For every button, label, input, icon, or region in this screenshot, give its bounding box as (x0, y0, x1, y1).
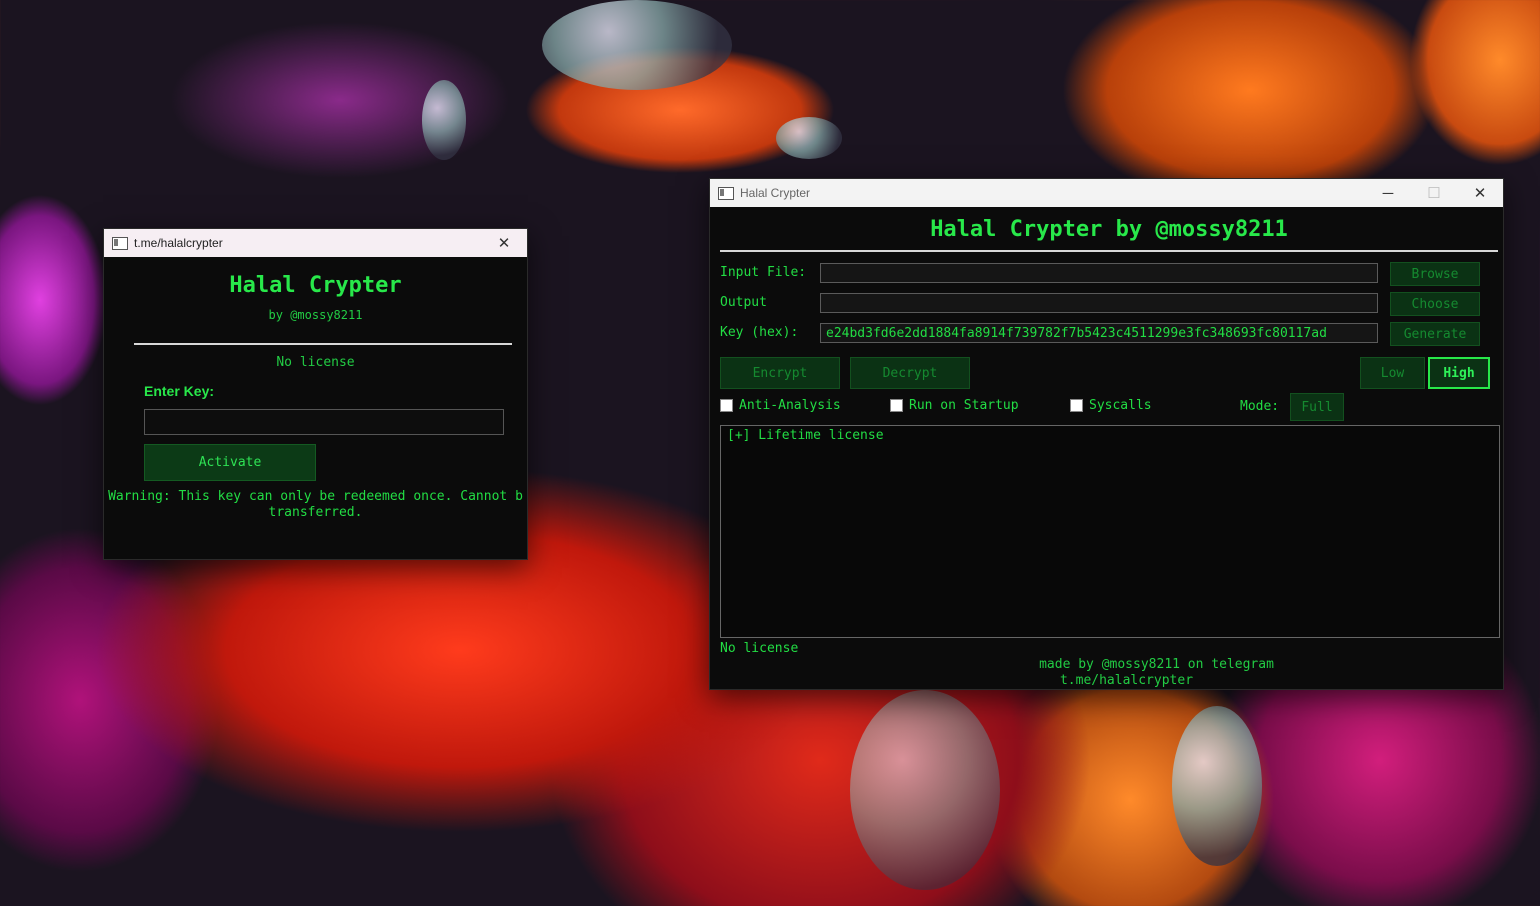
input-file-field[interactable] (820, 263, 1378, 283)
encrypt-button[interactable]: Encrypt (720, 357, 840, 389)
main-window: Halal Crypter ─ ☐ ✕ Halal Crypter by @mo… (709, 178, 1504, 690)
divider (134, 343, 512, 345)
warning-line-1: Warning: This key can only be redeemed o… (108, 489, 523, 504)
key-hex-field[interactable]: e24bd3fd6e2dd1884fa8914f739782f7b5423c45… (820, 323, 1378, 343)
output-file-field[interactable] (820, 293, 1378, 313)
generate-button[interactable]: Generate (1390, 322, 1480, 346)
maximize-icon[interactable]: ☐ (1411, 179, 1457, 207)
syscalls-label: Syscalls (1089, 398, 1152, 413)
wallpaper-droplet (422, 80, 466, 160)
minimize-icon[interactable]: ─ (1365, 179, 1411, 207)
window-title: Halal Crypter (740, 186, 811, 200)
license-status: No license (720, 641, 799, 656)
wallpaper-droplet (542, 0, 732, 90)
anti-analysis-checkbox[interactable]: Anti-Analysis (720, 398, 841, 413)
log-line: [+] Lifetime license (727, 428, 884, 443)
license-window-titlebar[interactable]: t.me/halalcrypter ✕ (104, 229, 527, 257)
footer-credit: made by @mossy8211 on telegram (1039, 657, 1274, 672)
run-on-startup-label: Run on Startup (909, 398, 1019, 413)
warning-text: Warning: This key can only be redeemed o… (104, 489, 527, 521)
app-heading: Halal Crypter by @mossy8211 (930, 217, 1288, 242)
wallpaper-droplet (776, 117, 842, 159)
window-title: t.me/halalcrypter (134, 236, 223, 250)
browse-button[interactable]: Browse (1390, 262, 1480, 286)
wallpaper-droplet (1172, 706, 1262, 866)
key-label: Enter Key: (144, 383, 215, 399)
license-window: t.me/halalcrypter ✕ Halal Crypter by @mo… (103, 228, 528, 560)
key-hex-label: Key (hex): (720, 325, 799, 340)
low-button[interactable]: Low (1360, 357, 1425, 389)
output-label: Output (720, 295, 767, 310)
checkbox-box[interactable] (1070, 399, 1083, 412)
log-output: [+] Lifetime license (720, 425, 1500, 638)
app-heading: Halal Crypter (229, 273, 402, 298)
syscalls-checkbox[interactable]: Syscalls (1070, 398, 1152, 413)
wallpaper-droplet (850, 690, 1000, 890)
anti-analysis-label: Anti-Analysis (739, 398, 841, 413)
close-icon[interactable]: ✕ (1457, 179, 1503, 207)
input-file-label: Input File: (720, 265, 807, 280)
app-subheading: by @mossy8211 (268, 308, 363, 322)
warning-line-2: transferred. (268, 505, 363, 520)
main-window-titlebar[interactable]: Halal Crypter ─ ☐ ✕ (710, 179, 1503, 207)
mode-label: Mode: (1240, 399, 1280, 414)
decrypt-button[interactable]: Decrypt (850, 357, 970, 389)
checkbox-box[interactable] (890, 399, 903, 412)
license-status: No license (276, 355, 355, 370)
high-button[interactable]: High (1428, 357, 1490, 389)
footer-link[interactable]: t.me/halalcrypter (730, 673, 1523, 688)
app-icon (718, 186, 734, 200)
activate-button[interactable]: Activate (144, 444, 316, 481)
license-key-input[interactable] (144, 409, 504, 435)
mode-full-button[interactable]: Full (1290, 393, 1344, 421)
checkbox-box[interactable] (720, 399, 733, 412)
close-icon[interactable]: ✕ (481, 229, 527, 257)
choose-button[interactable]: Choose (1390, 292, 1480, 316)
run-on-startup-checkbox[interactable]: Run on Startup (890, 398, 1019, 413)
divider (720, 250, 1498, 252)
app-icon (112, 236, 128, 250)
